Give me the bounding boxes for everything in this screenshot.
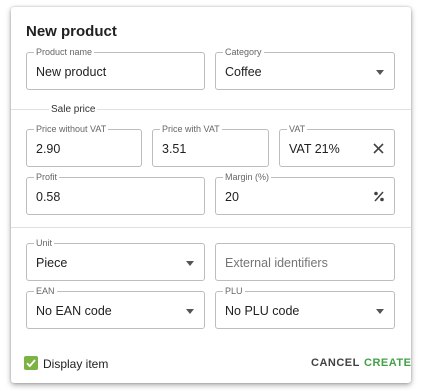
close-icon[interactable]	[373, 143, 384, 154]
vat-label: VAT	[287, 123, 308, 135]
chevron-down-icon	[186, 309, 194, 314]
profit-value: 0.58	[36, 190, 61, 204]
ean-select[interactable]: EAN No EAN code	[26, 285, 205, 329]
section-divider	[11, 227, 411, 228]
margin-value: 20	[225, 190, 239, 204]
margin-field[interactable]: Margin (%) 20	[215, 171, 395, 215]
unit-select[interactable]: Unit Piece	[26, 237, 205, 281]
margin-label: Margin (%)	[223, 171, 272, 183]
create-button[interactable]: CREATE	[364, 357, 411, 369]
display-item-checkbox[interactable]	[24, 356, 38, 370]
new-product-dialog: New product Product name New product Cat…	[11, 7, 411, 383]
external-identifiers-input[interactable]: External identifiers	[215, 243, 395, 281]
vat-value: VAT 21%	[289, 142, 340, 156]
category-label: Category	[223, 46, 264, 58]
category-select[interactable]: Category Coffee	[215, 46, 395, 90]
plu-label: PLU	[223, 285, 245, 297]
price-without-vat-value: 2.90	[36, 142, 61, 156]
plu-value: No PLU code	[225, 304, 300, 318]
checkmark-icon	[26, 359, 36, 368]
category-value: Coffee	[225, 65, 262, 79]
price-with-vat-field[interactable]: Price with VAT 3.51	[152, 123, 269, 167]
price-with-vat-value: 3.51	[162, 142, 187, 156]
price-with-vat-label: Price with VAT	[160, 123, 222, 135]
percent-icon[interactable]	[373, 190, 385, 203]
product-name-field[interactable]: Product name New product	[26, 46, 205, 90]
sale-price-heading: Sale price	[49, 104, 98, 115]
price-without-vat-field[interactable]: Price without VAT 2.90	[26, 123, 142, 167]
unit-label: Unit	[34, 237, 55, 249]
chevron-down-icon	[376, 70, 384, 75]
vat-select[interactable]: VAT VAT 21%	[279, 123, 395, 167]
external-identifiers-placeholder: External identifiers	[225, 256, 328, 270]
plu-select[interactable]: PLU No PLU code	[215, 285, 395, 329]
ean-label: EAN	[34, 285, 57, 297]
unit-value: Piece	[36, 256, 68, 270]
cancel-button[interactable]: CANCEL	[311, 357, 360, 369]
product-name-label: Product name	[34, 46, 95, 58]
profit-field[interactable]: Profit 0.58	[26, 171, 205, 215]
chevron-down-icon	[186, 261, 194, 266]
chevron-down-icon	[376, 309, 384, 314]
display-item-label: Display item	[43, 357, 109, 371]
price-without-vat-label: Price without VAT	[34, 123, 109, 135]
dialog-title: New product	[26, 23, 117, 40]
product-name-value: New product	[36, 65, 107, 79]
profit-label: Profit	[34, 171, 60, 183]
ean-value: No EAN code	[36, 304, 112, 318]
